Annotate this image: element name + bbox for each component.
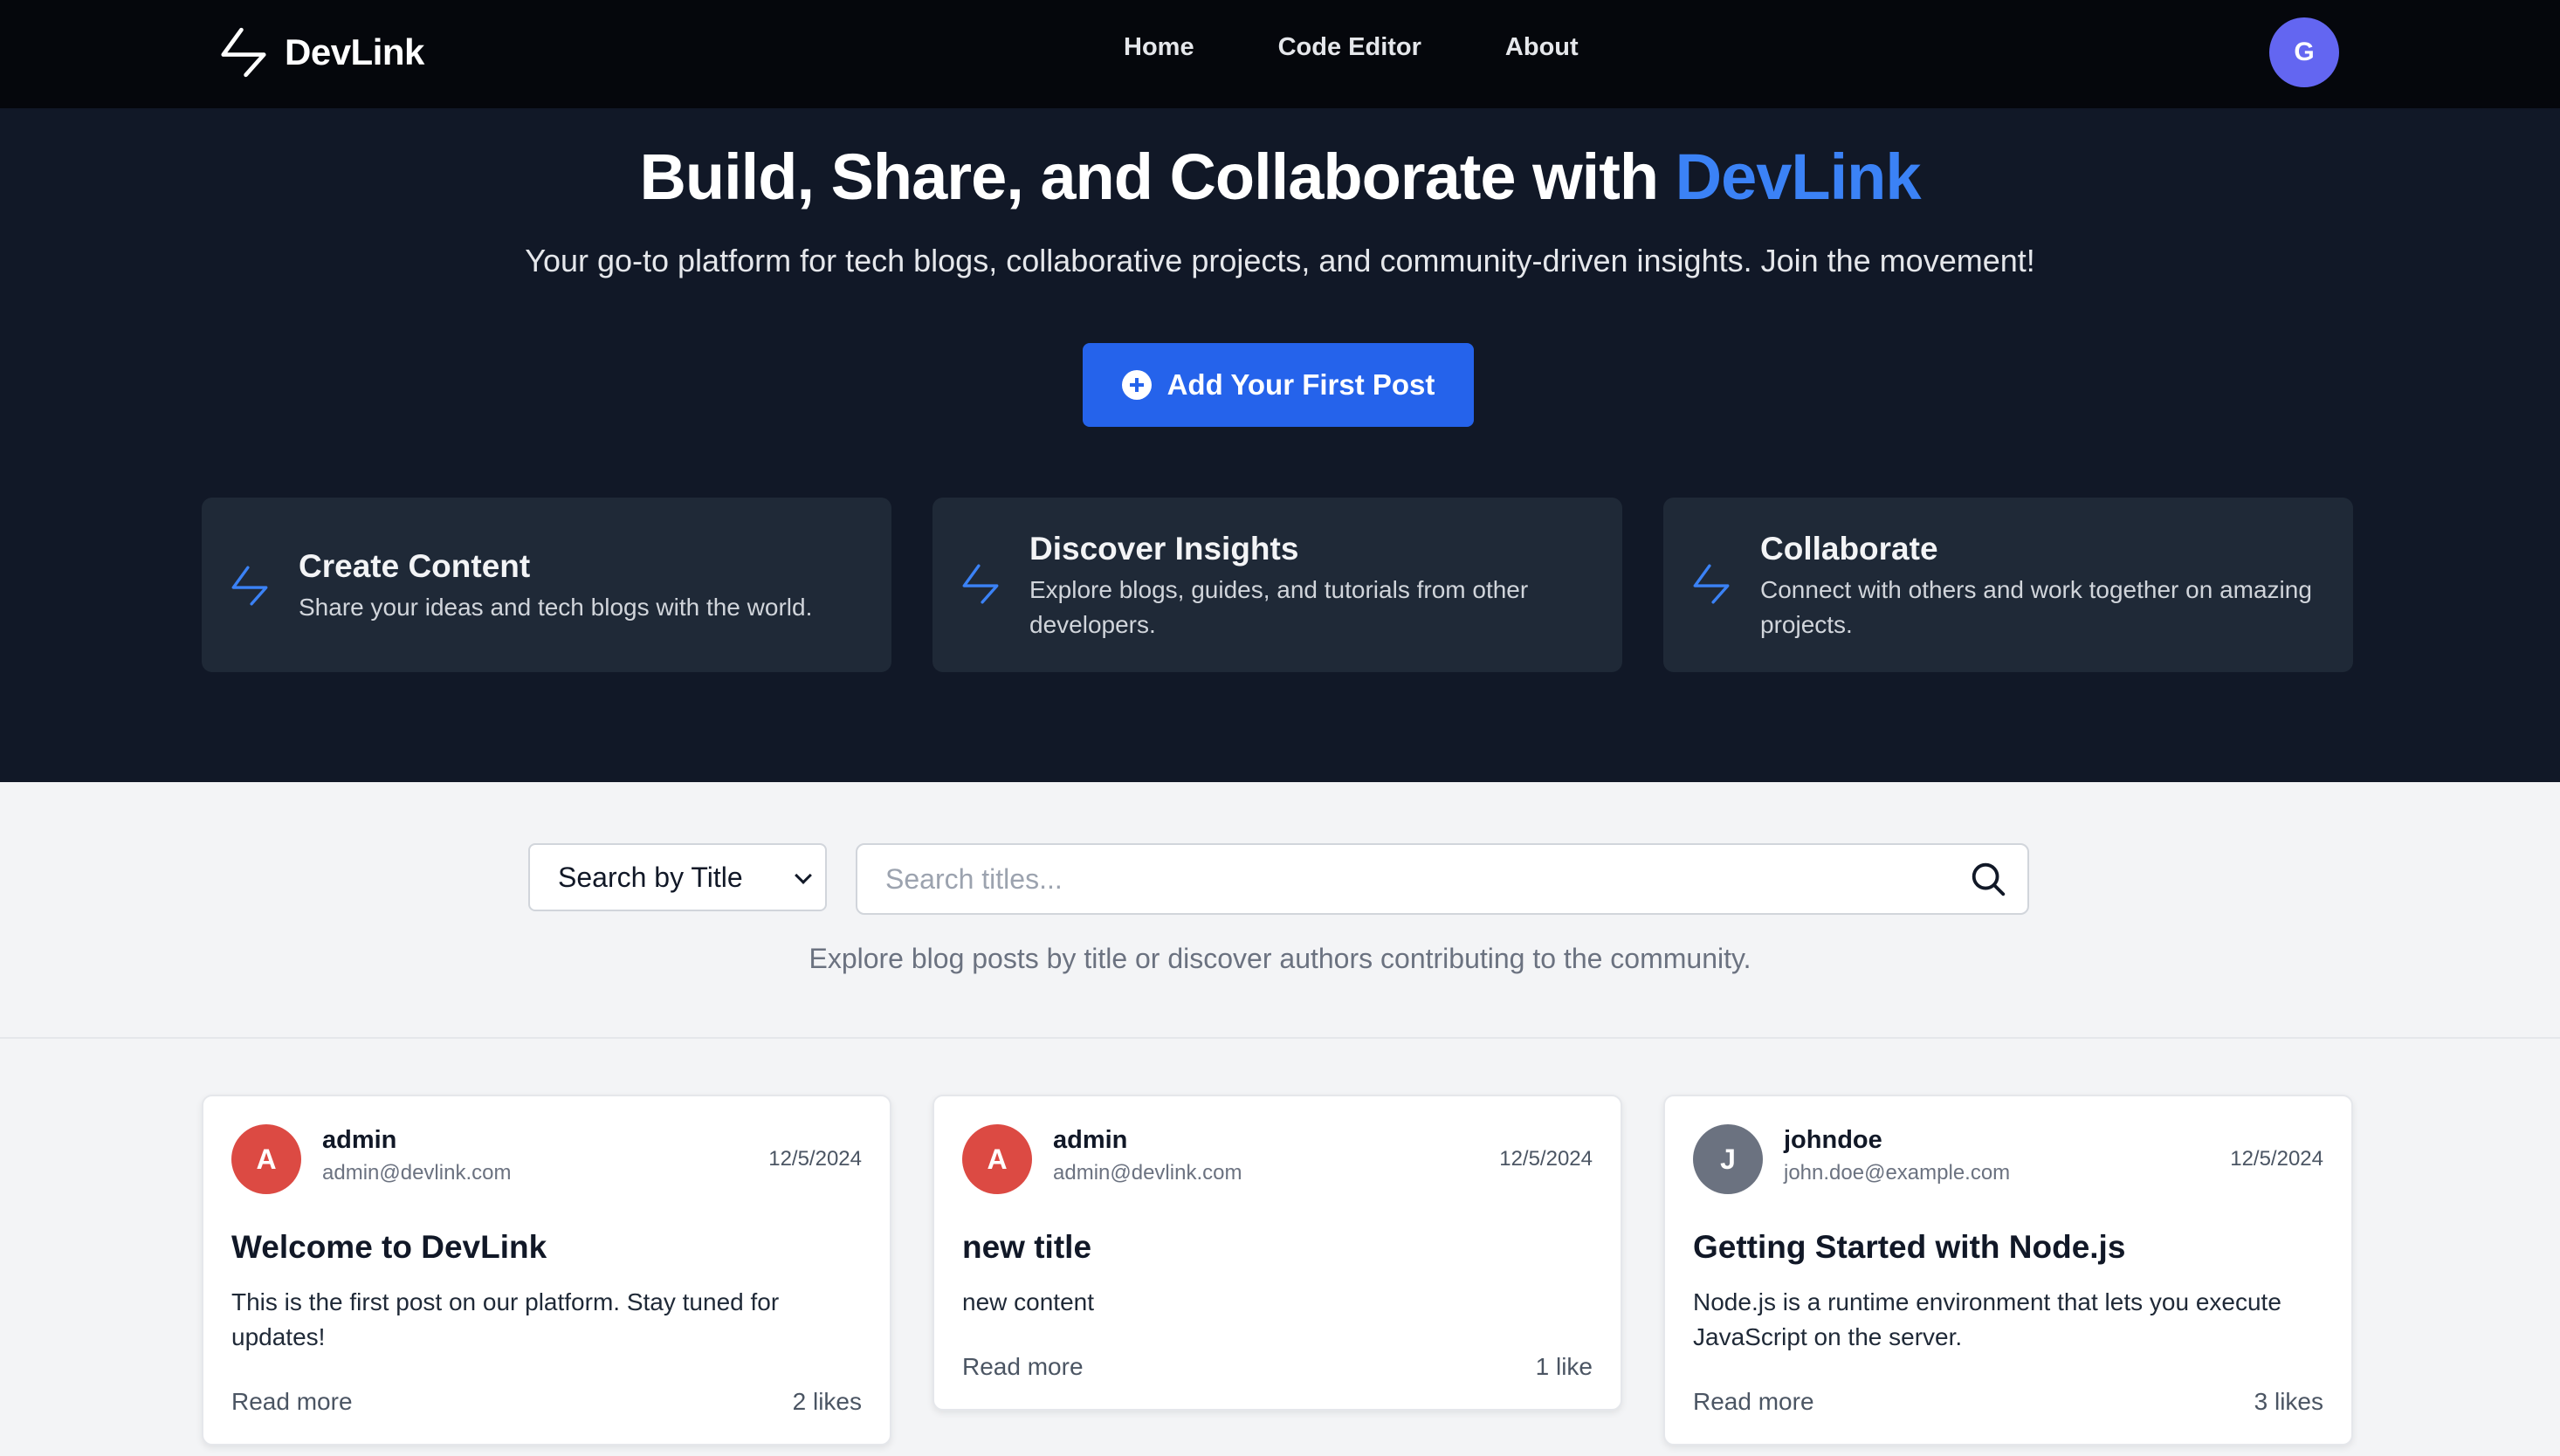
feature-description: Share your ideas and tech blogs with the… (299, 594, 813, 621)
like-count: 3 likes (2254, 1388, 2323, 1415)
author-email: admin@devlink.com (1053, 1161, 1242, 1185)
read-more-link[interactable]: Read more (1693, 1388, 1814, 1416)
brand-name: DevLink (285, 31, 424, 72)
hero-title: Build, Share, and Collaborate with DevLi… (0, 140, 2560, 214)
author-email: john.doe@example.com (1784, 1161, 2011, 1185)
bolt-icon (1693, 564, 1730, 604)
search-hint: Explore blog posts by title or discover … (809, 943, 1751, 974)
author-avatar: A (231, 1124, 301, 1194)
add-first-post-label: Add Your First Post (1166, 368, 1435, 401)
post-date: 12/5/2024 (2230, 1147, 2323, 1171)
post-excerpt: Node.js is a runtime environment that le… (1693, 1288, 2281, 1350)
post-excerpt: new content (962, 1288, 1094, 1315)
hero-title-accent: DevLink (1675, 141, 1922, 213)
post-card[interactable]: A admin admin@devlink.com 12/5/2024 new … (932, 1095, 1622, 1411)
bolt-icon (231, 566, 268, 606)
add-first-post-button[interactable]: Add Your First Post (1083, 343, 1474, 427)
feature-description: Connect with others and work together on… (1760, 576, 2312, 638)
bolt-icon (217, 25, 271, 79)
post-card[interactable]: A admin admin@devlink.com 12/5/2024 Welc… (202, 1095, 891, 1446)
hero-subtitle: Your go-to platform for tech blogs, coll… (525, 243, 2035, 278)
post-title[interactable]: Getting Started with Node.js (1693, 1229, 2125, 1266)
posts-grid: A admin admin@devlink.com 12/5/2024 Welc… (0, 1039, 2560, 1456)
feature-title: Create Content (299, 548, 531, 584)
post-title[interactable]: new title (962, 1229, 1091, 1266)
chevron-down-icon (795, 867, 812, 884)
author-avatar: J (1693, 1124, 1763, 1194)
search-mode-value: Search by Title (558, 861, 743, 893)
post-date: 12/5/2024 (768, 1147, 862, 1171)
navbar: DevLink Home Code Editor About G (0, 0, 2560, 108)
hero-title-prefix: Build, Share, and Collaborate with (639, 141, 1676, 213)
brand-logo[interactable]: DevLink (217, 24, 424, 80)
plus-circle-icon (1121, 370, 1152, 400)
search-input[interactable] (857, 845, 2027, 913)
nav-link-home[interactable]: Home (1124, 33, 1194, 62)
feature-description: Explore blogs, guides, and tutorials fro… (1029, 576, 1529, 638)
author-name: johndoe (1784, 1126, 1882, 1154)
feature-card-discover-insights: Discover Insights Explore blogs, guides,… (932, 498, 1622, 672)
nav-links: Home Code Editor About (1124, 33, 1579, 62)
feature-card-create-content: Create Content Share your ideas and tech… (202, 498, 891, 672)
author-name: admin (1053, 1126, 1128, 1154)
nav-link-code-editor[interactable]: Code Editor (1278, 33, 1421, 62)
search-icon[interactable] (1968, 859, 2008, 899)
bolt-icon (962, 564, 999, 604)
user-avatar[interactable]: G (2269, 17, 2339, 87)
post-card[interactable]: J johndoe john.doe@example.com 12/5/2024… (1663, 1095, 2353, 1446)
search-mode-select[interactable]: Search by Title (528, 843, 827, 911)
feature-title: Discover Insights (1029, 531, 1299, 567)
author-avatar: A (962, 1124, 1032, 1194)
nav-link-about[interactable]: About (1505, 33, 1579, 62)
feature-card-collaborate: Collaborate Connect with others and work… (1663, 498, 2353, 672)
read-more-link[interactable]: Read more (962, 1353, 1084, 1381)
search-box (856, 843, 2029, 915)
post-title[interactable]: Welcome to DevLink (231, 1229, 547, 1266)
search-section: Search by Title Explore blog posts by ti… (0, 782, 2560, 1039)
author-name: admin (322, 1126, 397, 1154)
feature-title: Collaborate (1760, 531, 1938, 567)
post-excerpt: This is the first post on our platform. … (231, 1288, 780, 1350)
author-email: admin@devlink.com (322, 1161, 512, 1185)
read-more-link[interactable]: Read more (231, 1388, 353, 1416)
like-count: 2 likes (792, 1388, 862, 1415)
hero-section: Build, Share, and Collaborate with DevLi… (0, 108, 2560, 782)
post-date: 12/5/2024 (1499, 1147, 1593, 1171)
like-count: 1 like (1535, 1353, 1593, 1380)
